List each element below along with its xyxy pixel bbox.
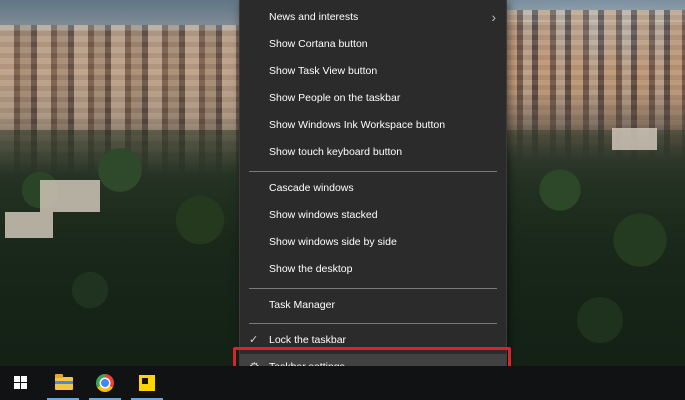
taskbar	[0, 366, 685, 400]
menu-item-label: News and interests	[269, 11, 359, 23]
chrome-button[interactable]	[85, 366, 125, 400]
menu-item-show-people[interactable]: Show People on the taskbar	[240, 85, 506, 112]
sticky-notes-icon	[139, 375, 155, 391]
wallpaper-house	[5, 212, 53, 238]
menu-separator	[249, 323, 497, 324]
menu-item-label: Show the desktop	[269, 263, 353, 275]
menu-item-show-touch-keyboard[interactable]: Show touch keyboard button	[240, 139, 506, 166]
menu-item-label: Cascade windows	[269, 182, 354, 194]
menu-separator	[249, 288, 497, 289]
folder-icon	[55, 374, 73, 390]
menu-item-show-desktop[interactable]: Show the desktop	[240, 256, 506, 283]
menu-item-cascade-windows[interactable]: Cascade windows	[240, 175, 506, 202]
menu-item-label: Show Cortana button	[269, 38, 368, 50]
chevron-right-icon: ›	[491, 9, 496, 25]
menu-item-show-cortana[interactable]: Show Cortana button	[240, 31, 506, 58]
menu-item-show-task-view[interactable]: Show Task View button	[240, 58, 506, 85]
menu-item-show-windows-stacked[interactable]: Show windows stacked	[240, 202, 506, 229]
menu-item-label: Task Manager	[269, 299, 335, 311]
menu-item-label: Show windows side by side	[269, 236, 397, 248]
sticky-notes-button[interactable]	[127, 366, 167, 400]
menu-item-label: Show Windows Ink Workspace button	[269, 119, 446, 131]
start-button[interactable]	[0, 366, 40, 400]
file-explorer-button[interactable]	[43, 366, 83, 400]
menu-separator	[249, 171, 497, 172]
menu-item-show-windows-side-by-side[interactable]: Show windows side by side	[240, 229, 506, 256]
menu-item-task-manager[interactable]: Task Manager	[240, 292, 506, 319]
wallpaper-house	[612, 128, 657, 150]
menu-item-label: Show Task View button	[269, 65, 378, 77]
menu-item-label: Show People on the taskbar	[269, 92, 401, 104]
taskbar-context-menu: News and interests › Show Cortana button…	[239, 0, 507, 393]
menu-item-label: Show windows stacked	[269, 209, 378, 221]
wallpaper-house	[40, 180, 100, 212]
menu-item-label: Show touch keyboard button	[269, 146, 403, 158]
menu-item-show-ink-workspace[interactable]: Show Windows Ink Workspace button	[240, 112, 506, 139]
menu-item-news-and-interests[interactable]: News and interests ›	[240, 4, 506, 31]
chrome-icon	[96, 374, 114, 392]
windows-logo-icon	[14, 376, 27, 389]
